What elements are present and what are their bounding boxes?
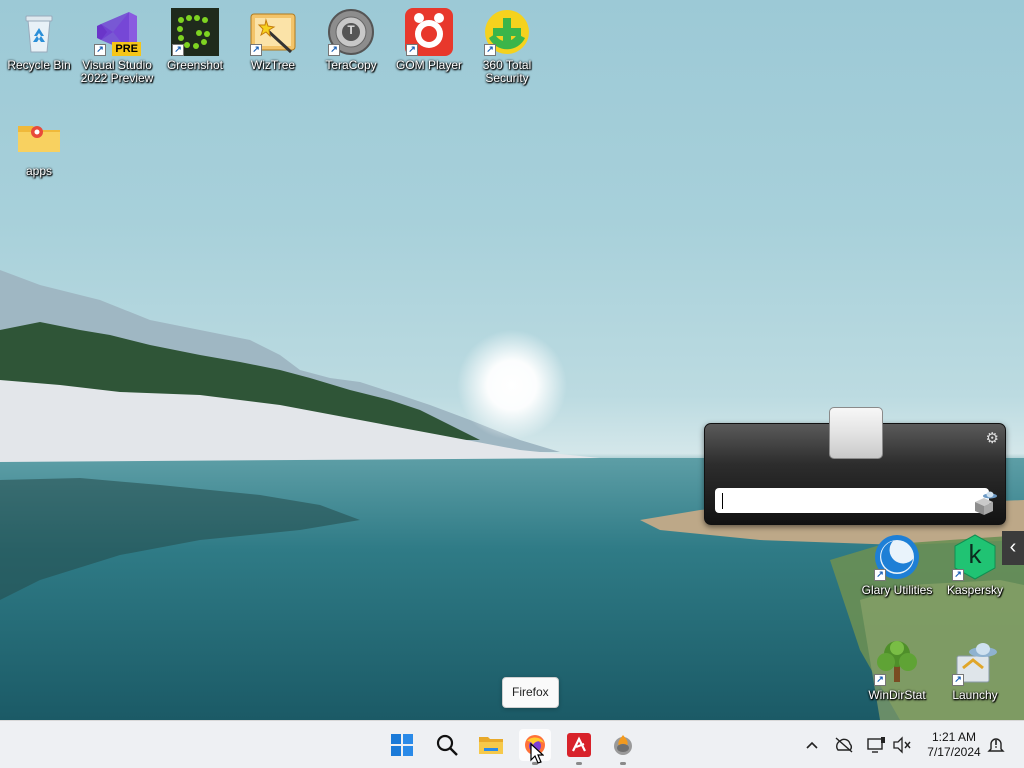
- kaspersky-icon: k ↗: [951, 533, 999, 581]
- desktop-icon-windirstat[interactable]: ↗ WinDirStat: [858, 638, 936, 702]
- shortcut-arrow-icon: ↗: [250, 44, 262, 56]
- desktop-icon-label: apps: [25, 164, 53, 178]
- desktop-icon-teracopy[interactable]: T ↗ TeraCopy: [312, 8, 390, 72]
- windirstat-tree-icon: ↗: [873, 638, 921, 686]
- clock-date: 7/17/2024: [927, 745, 981, 759]
- mouse-cursor: [530, 743, 544, 764]
- chevron-left-icon[interactable]: ‹: [1002, 531, 1024, 565]
- preview-badge: PRE: [112, 42, 141, 56]
- volume-muted-icon[interactable]: [892, 735, 912, 755]
- teracopy-icon: T ↗: [327, 8, 375, 56]
- avira-button[interactable]: [563, 729, 595, 765]
- launchy-search-input[interactable]: [715, 488, 989, 513]
- 360-total-security-icon: ↗: [483, 8, 531, 56]
- desktop-icon-label: Greenshot: [166, 58, 224, 72]
- desktop-icon-gom-player[interactable]: ↗ GOM Player: [390, 8, 468, 72]
- launchy-icon: ↗: [951, 638, 999, 686]
- network-off-icon[interactable]: [834, 735, 854, 755]
- desktop-icon-label: WizTree: [250, 58, 296, 72]
- taskbar: 1:21 AM 7/17/2024: [0, 720, 1024, 768]
- desktop-icon-greenshot[interactable]: ↗ Greenshot: [156, 8, 234, 72]
- desktop-icon-label: WinDirStat: [868, 688, 926, 702]
- desktop-icon-recycle-bin[interactable]: Recycle Bin: [0, 8, 78, 72]
- shortcut-arrow-icon: ↗: [874, 569, 886, 581]
- search-icon: [436, 734, 458, 756]
- system-clock[interactable]: 1:21 AM 7/17/2024: [920, 730, 988, 760]
- desktop-icon-label: Recycle Bin: [7, 58, 71, 72]
- bell-icon[interactable]: [986, 735, 1006, 755]
- gear-icon[interactable]: ⚙: [986, 429, 999, 447]
- shortcut-arrow-icon: ↗: [172, 44, 184, 56]
- monitor-icon[interactable]: [866, 735, 886, 755]
- running-indicator: [576, 762, 582, 765]
- shortcut-arrow-icon: ↗: [952, 569, 964, 581]
- text-caret: [722, 493, 723, 509]
- folder-icon: [479, 737, 503, 754]
- desktop-icon-label: GOM Player: [395, 58, 462, 72]
- visual-studio-icon: PRE ↗: [93, 8, 141, 56]
- clock-time: 1:21 AM: [931, 730, 977, 744]
- shortcut-arrow-icon: ↗: [874, 674, 886, 686]
- shortcut-arrow-icon: ↗: [484, 44, 496, 56]
- desktop-icon-label: Visual Studio 2022 Preview: [80, 58, 154, 85]
- wiztree-icon: ↗: [249, 8, 297, 56]
- desktop-icon-360-total-security[interactable]: ↗ 360 Total Security: [468, 8, 546, 85]
- file-explorer-button[interactable]: [475, 729, 507, 761]
- search-button[interactable]: [431, 729, 463, 761]
- desktop-wallpaper: [0, 0, 1024, 720]
- desktop-icon-label: Kaspersky: [946, 583, 1004, 597]
- desktop-icon-apps-folder[interactable]: apps: [0, 114, 78, 178]
- shortcut-arrow-icon: ↗: [952, 674, 964, 686]
- desktop-icon-label: Glary Utilities: [861, 583, 933, 597]
- folder-icon: [15, 114, 63, 162]
- gom-player-icon: ↗: [405, 8, 453, 56]
- windows-start-icon: [391, 734, 413, 756]
- kaspersky-glyph: k: [968, 539, 982, 569]
- globe-fire-icon: [614, 735, 632, 755]
- recycle-bin-icon: [15, 8, 63, 56]
- launchy-handle[interactable]: [829, 407, 883, 459]
- desktop-icon-label: TeraCopy: [325, 58, 377, 72]
- shortcut-arrow-icon: ↗: [94, 44, 106, 56]
- desktop-icon-glary-utilities[interactable]: ↗ Glary Utilities: [858, 533, 936, 597]
- avira-icon: [567, 733, 591, 757]
- glary-utilities-icon: ↗: [873, 533, 921, 581]
- chevron-up-icon[interactable]: [802, 735, 822, 755]
- desktop-icon-label: Launchy: [952, 688, 998, 702]
- running-indicator: [620, 762, 626, 765]
- desktop-icon-visual-studio[interactable]: PRE ↗ Visual Studio 2022 Preview: [78, 8, 156, 85]
- start-button[interactable]: [386, 729, 418, 761]
- desktop-icon-wiztree[interactable]: ↗ WizTree: [234, 8, 312, 72]
- teracopy-glyph: T: [347, 23, 355, 37]
- desktop-icon-launchy[interactable]: ↗ Launchy: [936, 638, 1014, 702]
- shortcut-arrow-icon: ↗: [406, 44, 418, 56]
- app-6-button[interactable]: [607, 729, 639, 765]
- desktop-icon-label: 360 Total Security: [482, 58, 532, 85]
- launchy-app-icon: [972, 490, 998, 521]
- shortcut-arrow-icon: ↗: [328, 44, 340, 56]
- greenshot-icon: ↗: [171, 8, 219, 56]
- taskbar-tooltip: Firefox: [502, 677, 559, 708]
